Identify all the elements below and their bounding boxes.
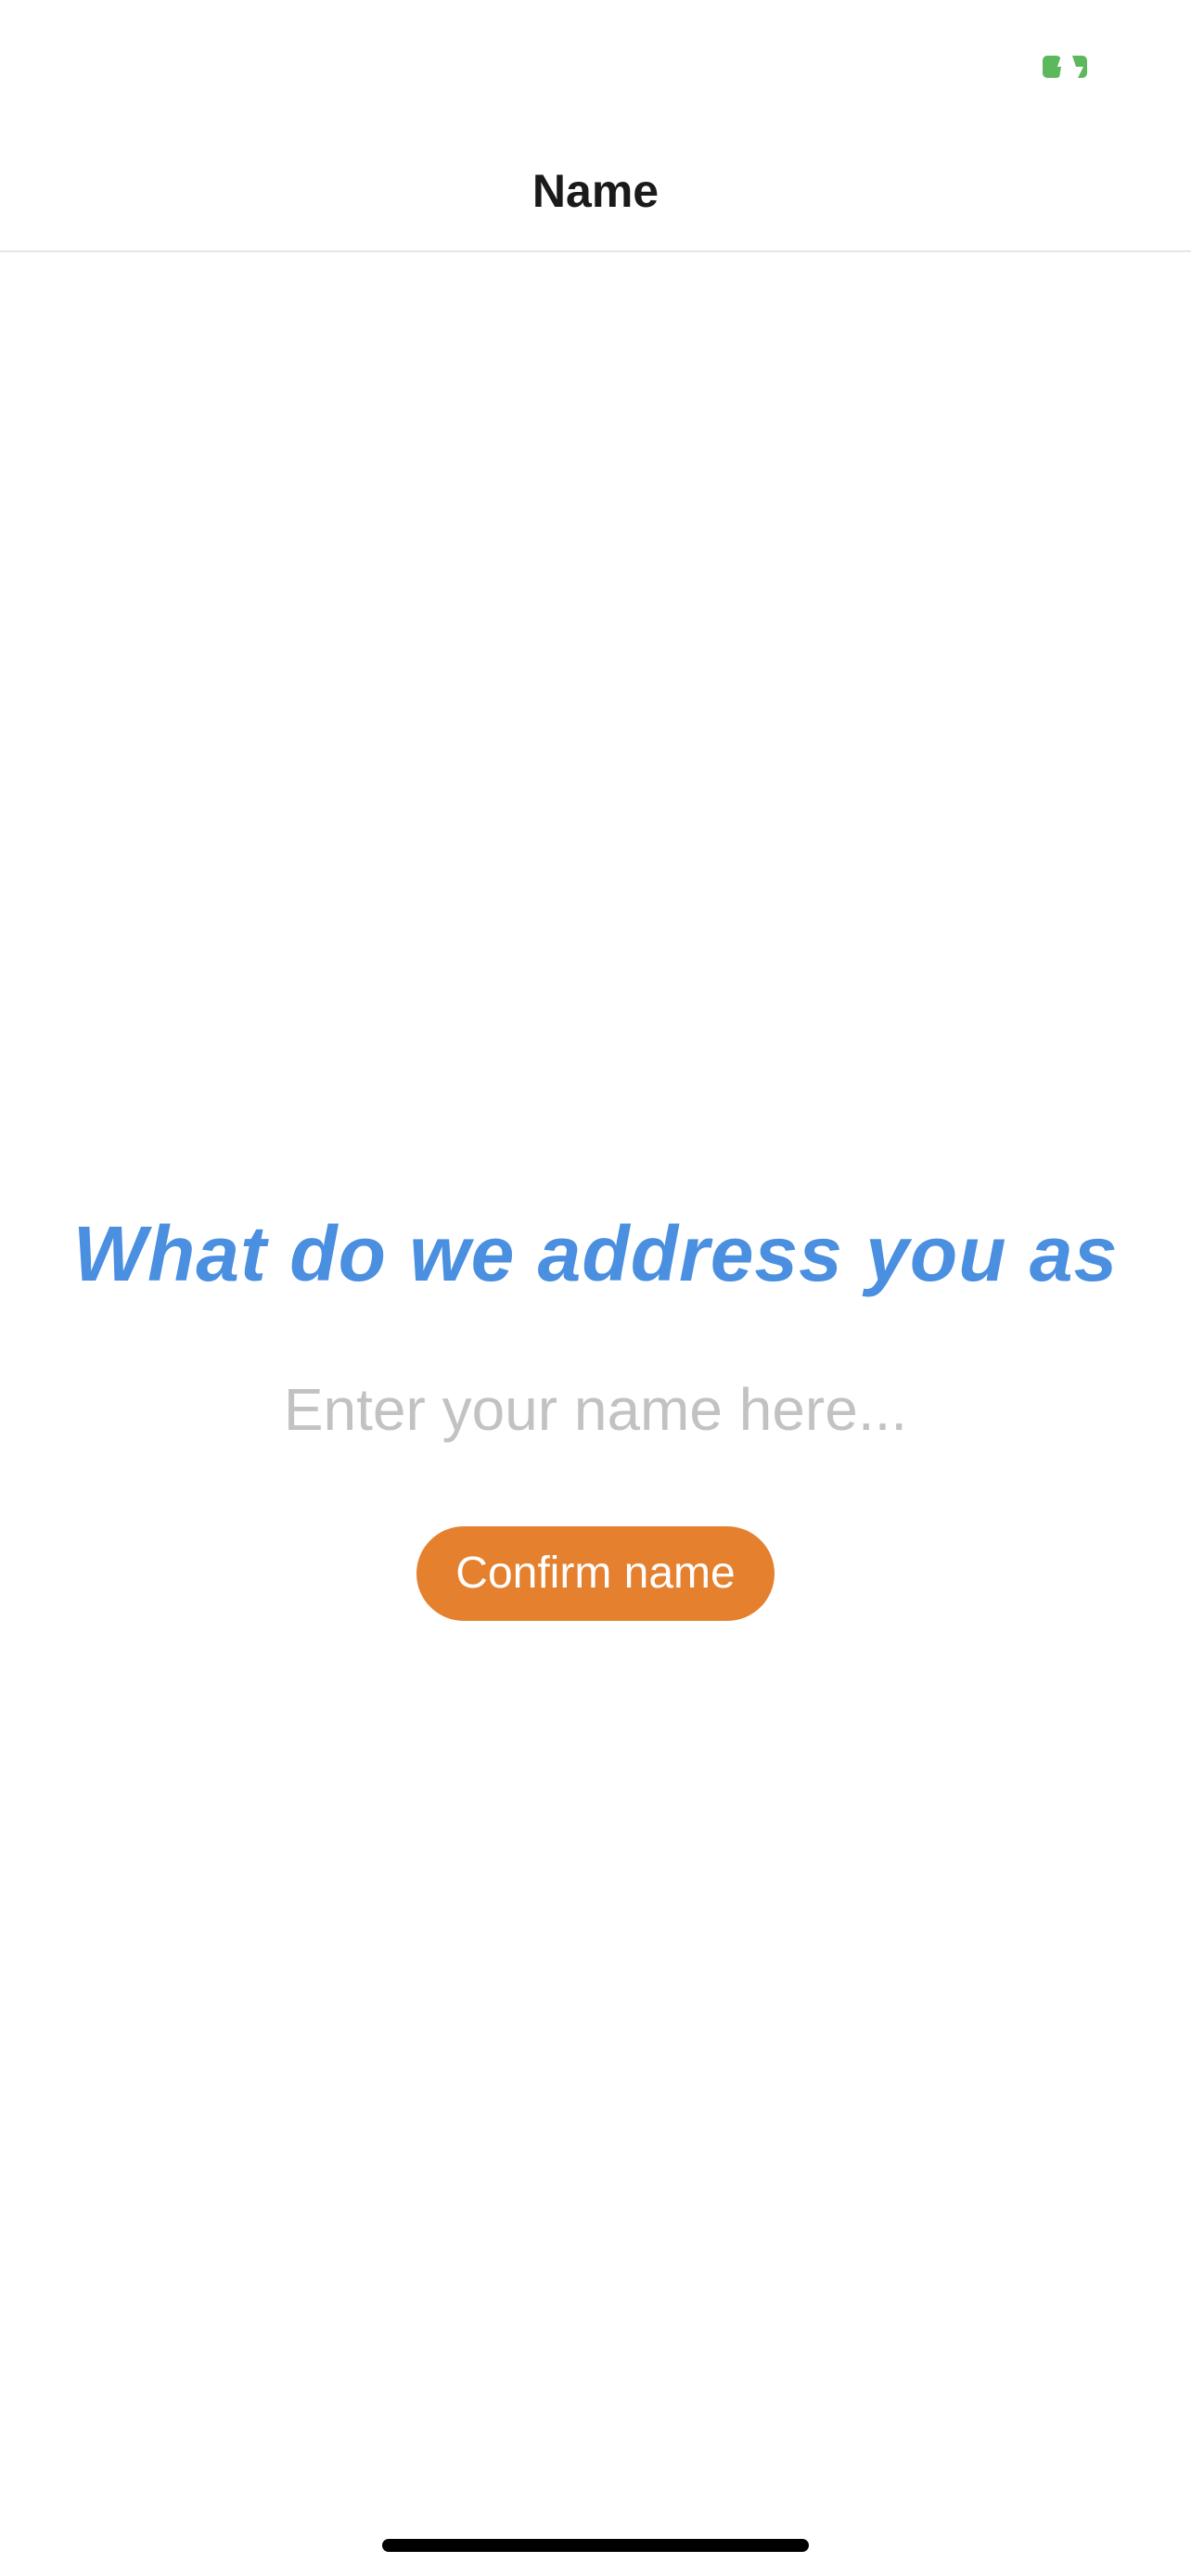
name-input[interactable] <box>132 1365 1059 1454</box>
page-title: Name <box>531 165 660 217</box>
home-indicator[interactable] <box>382 2539 809 2552</box>
navigation-bar: Name <box>0 130 1191 252</box>
name-entry-screen: What do we address you as Confirm name <box>0 252 1191 2515</box>
status-bar <box>0 0 1191 130</box>
name-prompt-heading: What do we address you as <box>72 1210 1119 1297</box>
confirm-name-button[interactable]: Confirm name <box>416 1526 775 1621</box>
battery-charging-icon <box>1043 56 1087 78</box>
